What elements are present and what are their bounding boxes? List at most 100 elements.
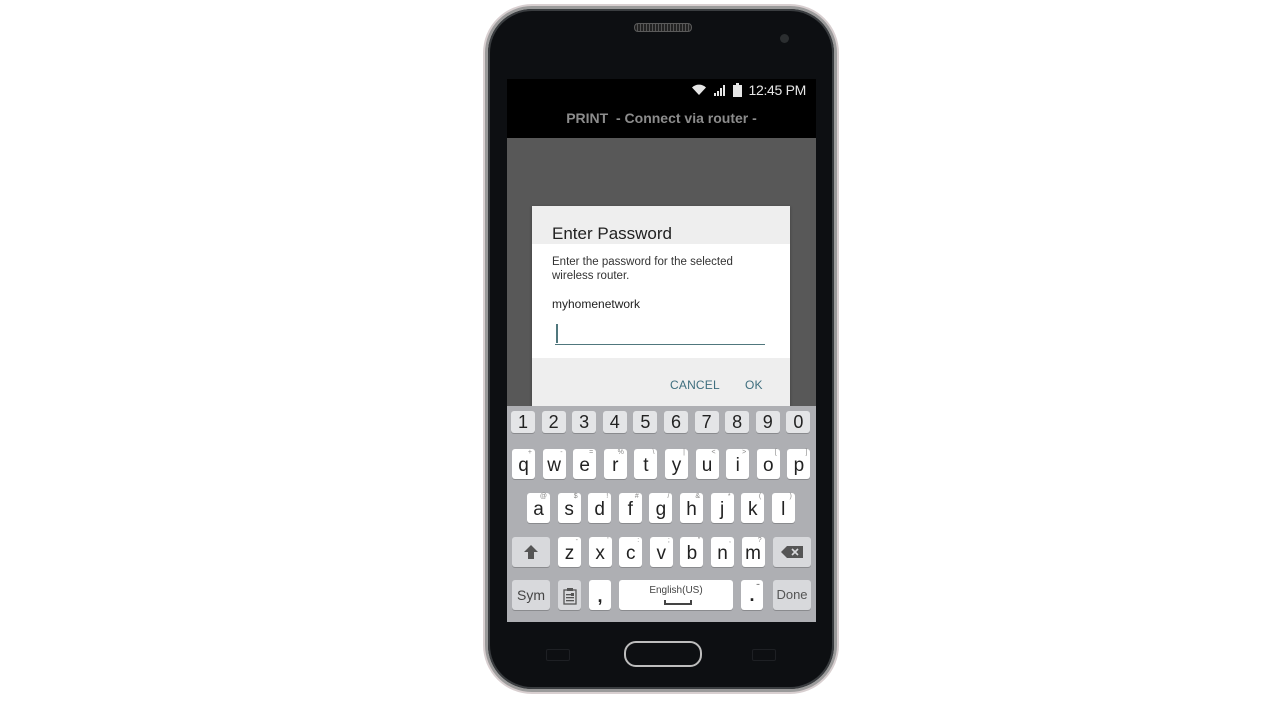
key-alt-char: # [634,493,639,500]
key-4[interactable]: 4 [602,411,627,433]
key-q[interactable]: + q [512,449,535,479]
key-d[interactable]: ! d [588,493,612,523]
back-key[interactable] [752,649,776,661]
key-alt-char: + [527,449,532,456]
key-label: n [717,543,728,564]
key-label: i [735,455,740,476]
signal-icon [714,85,726,96]
key-label: a [533,499,544,520]
key-l[interactable]: ) l [771,493,795,523]
key-b[interactable]: " b [680,537,704,567]
key-alt-char: | [683,449,685,456]
key-c[interactable]: :c [619,537,643,567]
key-alt-char: - [560,449,563,456]
key-alt-char: $ [573,493,578,500]
key-h[interactable]: & h [680,493,703,523]
comma-key[interactable]: , [589,580,611,610]
key-2[interactable]: 2 [541,411,566,433]
password-dialog: Enter Password Enter the password for th… [532,206,790,412]
key-alt-char: : [637,537,640,544]
home-button[interactable] [624,641,702,667]
key-alt-char: ; [667,537,670,544]
key-e[interactable]: = e [573,449,597,479]
key-alt-char: < [711,449,716,456]
key-label: y [671,455,682,476]
phone-screen: 12:45 PM PRINT - Connect via router - En… [507,79,816,622]
key-3[interactable]: 3 [572,411,597,433]
key-k[interactable]: (k [741,493,765,523]
key-label: 4 [609,412,620,432]
key-6[interactable]: 6 [664,411,688,433]
key-z[interactable]: -z [558,537,581,567]
key-u[interactable]: < u [695,449,719,479]
key-alt-char: " [697,537,701,544]
key-5[interactable]: 5 [633,411,658,433]
done-key[interactable]: Done [773,580,811,610]
key-o[interactable]: [o [756,449,780,479]
cancel-button[interactable]: CANCEL [670,378,720,392]
key-i[interactable]: > i [726,449,750,479]
key-label: w [547,455,561,476]
key-j[interactable]: * j [710,493,734,523]
key-w[interactable]: -w [542,449,566,479]
text-cursor [556,324,558,343]
key-label: t [643,455,649,476]
status-bar: 12:45 PM [507,79,816,101]
key-f[interactable]: # f [618,493,642,523]
key-r[interactable]: % r [603,449,627,479]
key-8[interactable]: 8 [725,411,750,433]
key-p[interactable]: ] p [787,449,811,479]
front-camera [780,34,789,43]
key-n[interactable]: ,n [711,537,734,567]
dimmed-background: Enter Password Enter the password for th… [507,138,816,412]
key-alt-char: ) [789,493,792,500]
key-alt-char: ' [607,537,609,544]
space-key[interactable]: English(US) [619,580,733,610]
key-s[interactable]: $ s [557,493,581,523]
key-0[interactable]: 0 [786,411,811,433]
key-a[interactable]: @ a [527,493,550,523]
key-label: l [781,499,786,520]
key-alt-char: > [742,449,747,456]
password-input[interactable] [555,322,765,345]
key-label: b [686,543,698,564]
key-alt-char: ! [606,493,609,500]
sym-key[interactable]: Sym [512,580,550,610]
ok-button[interactable]: OK [745,378,763,392]
space-language-label: English(US) [649,585,703,596]
key-v[interactable]: ; v [649,537,673,567]
key-x[interactable]: ' x [588,537,612,567]
key-1[interactable]: 1 [511,411,535,433]
key-alt-char: ] [805,449,808,456]
key-label: d [594,499,605,520]
recent-apps-key[interactable] [546,649,570,661]
key-t[interactable]: \ t [634,449,658,479]
network-name: myhomenetwork [552,297,641,311]
key-label: s [564,499,574,520]
backspace-key[interactable] [773,537,811,567]
key-label: m [745,543,761,564]
key-g[interactable]: / g [649,493,673,523]
key-label: v [656,543,667,564]
earpiece-speaker [634,23,692,32]
key-y[interactable]: | y [665,449,688,479]
key-m[interactable]: ? m [741,537,765,567]
app-title: PRINT - Connect via router - [566,110,757,126]
key-alt-char: * [727,493,731,500]
key-alt-char: % [617,449,624,456]
key-label: e [579,455,590,476]
key-label: g [655,499,667,520]
period-key[interactable]: ... . [741,580,763,610]
key-label: 1 [517,412,528,432]
clipboard-key[interactable] [558,580,581,610]
key-label: p [793,455,805,476]
key-9[interactable]: 9 [755,411,780,433]
key-7[interactable]: 7 [694,411,719,433]
key-label: 7 [701,412,712,432]
battery-icon [733,83,743,97]
key-alt-char: , [729,537,731,544]
key-alt-char: ( [758,493,762,500]
shift-key[interactable] [512,537,550,567]
key-alt-char: @ [539,493,547,500]
on-screen-keyboard: 1234567890 + q - w = e% r \ t | y < u > i[o] p @ a $ s! d # f… [507,406,816,622]
